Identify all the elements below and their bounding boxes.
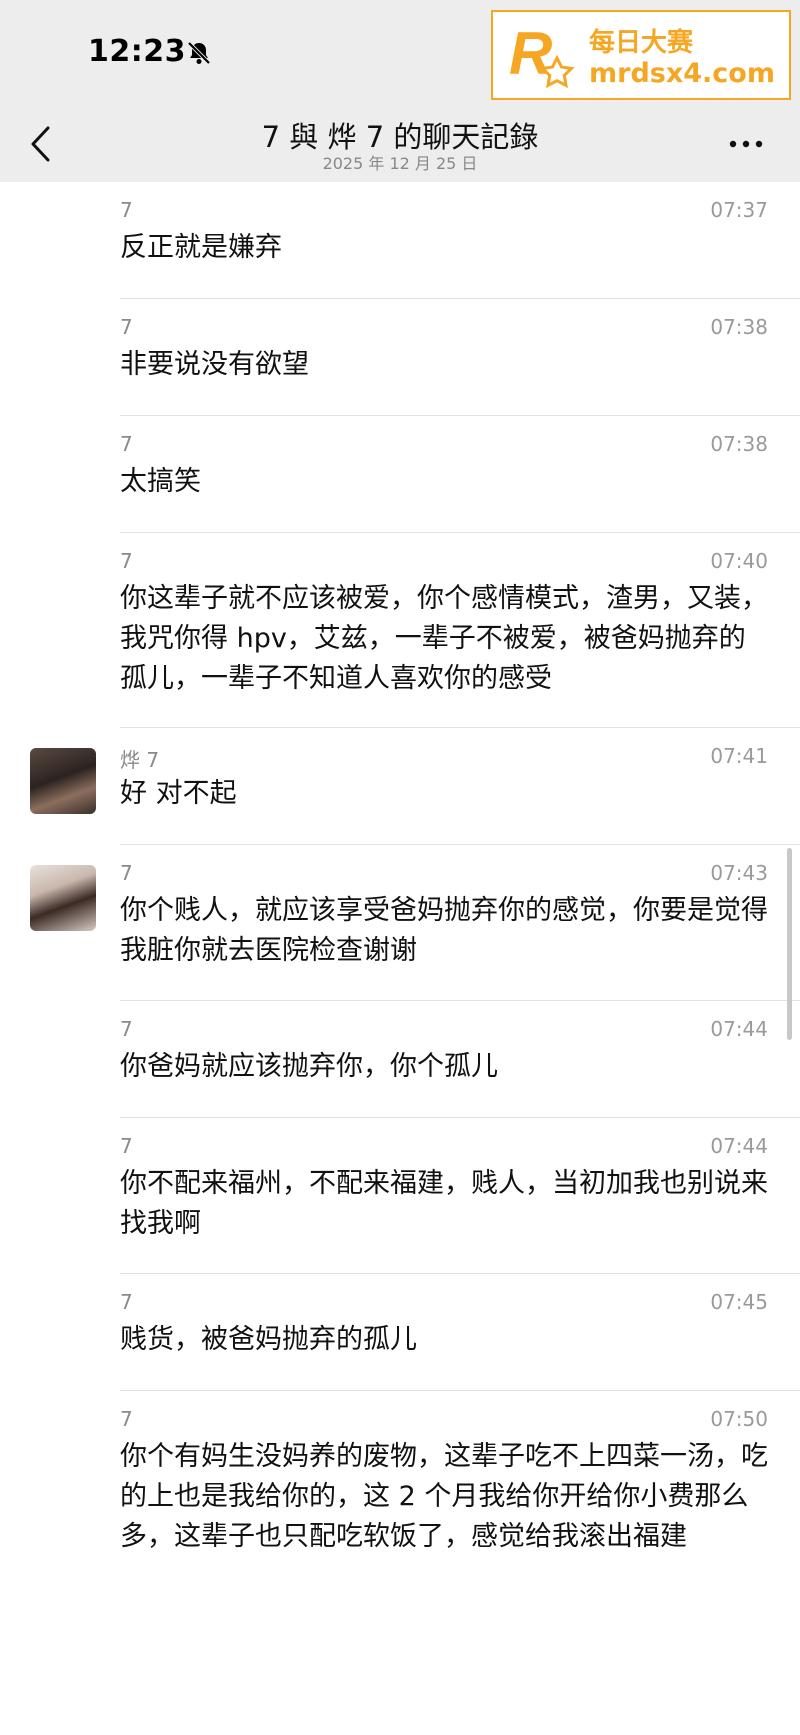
message-divider [120,298,800,299]
message-sender: 7 [120,549,133,573]
scrollbar[interactable] [787,848,792,1040]
message-time: 07:37 [710,198,768,222]
message-divider [120,844,800,845]
message-text: 反正就是嫌弃 [120,232,282,263]
message-time: 07:41 [710,744,768,768]
message-sender: 7 [120,432,133,456]
svg-text:R: R [509,20,552,87]
message-divider [120,532,800,533]
message-time: 07:38 [710,432,768,456]
message-text: 贱货，被爸妈抛弃的孤儿 [120,1324,417,1355]
message-divider [120,1273,800,1274]
message-divider [120,1000,800,1001]
message-divider [120,1117,800,1118]
message-text: 太搞笑 [120,466,201,497]
chat-date: 2025 年 12 月 25 日 [322,154,478,173]
avatar[interactable] [30,865,96,931]
status-time: 12:23 [88,34,186,69]
message-divider [120,415,800,416]
avatar[interactable] [30,748,96,814]
message-text: 你不配来福州，不配来福建，贱人，当初加我也别说来找我啊 [120,1168,768,1239]
message-sender: 烨 7 [120,748,160,772]
message-sender: 7 [120,1407,133,1431]
message-text: 你个有妈生没妈养的废物，这辈子吃不上四菜一汤，吃的上也是我给你的，这 2 个月我… [120,1441,768,1552]
message-text: 好 对不起 [120,778,237,809]
message-sender: 7 [120,1017,133,1041]
message-text: 你个贱人，就应该享受爸妈抛弃你的感觉，你要是觉得我脏你就去医院检查谢谢 [120,895,768,966]
bell-slash-icon [187,41,211,65]
message-sender: 7 [120,198,133,222]
more-horizontal-icon[interactable] [726,134,766,154]
message-time: 07:44 [710,1017,768,1041]
watermark-logo: R [509,20,575,89]
message-text: 你爸妈就应该抛弃你，你个孤儿 [120,1051,498,1082]
message-time: 07:50 [710,1407,768,1431]
message-time: 07:40 [710,549,768,573]
message-time: 07:44 [710,1134,768,1158]
message-divider [120,727,800,728]
message-sender: 7 [120,1134,133,1158]
watermark-url[interactable]: mrdsx4.com [589,58,775,89]
watermark: R 每日大赛 mrdsx4.com [491,10,791,100]
message-time: 07:38 [710,315,768,339]
watermark-brand: 每日大赛 [589,28,694,58]
nav-bar: 7 與 烨 7 的聊天記錄 2025 年 12 月 25 日 [0,110,800,182]
message-text: 非要说没有欲望 [120,349,309,380]
message-sender: 7 [120,1290,133,1314]
message-time: 07:45 [710,1290,768,1314]
message-sender: 7 [120,315,133,339]
message-divider [120,1390,800,1391]
message-time: 07:43 [710,861,768,885]
message-text: 你这辈子就不应该被爱，你个感情模式，渣男，又装，我咒你得 hpv，艾兹，一辈子不… [120,583,768,694]
message-sender: 7 [120,861,133,885]
